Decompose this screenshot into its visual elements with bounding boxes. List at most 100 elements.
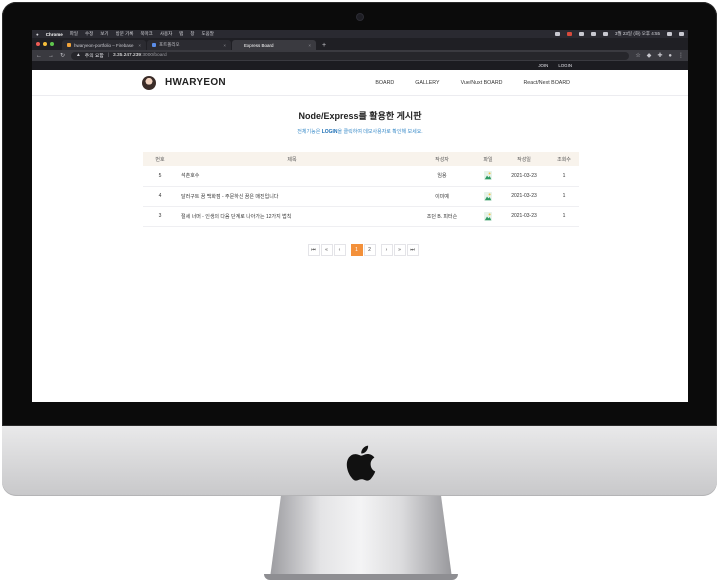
subtitle-login-link[interactable]: LOGIN: [322, 129, 338, 135]
browser-tab[interactable]: 포트폴리오 ×: [147, 40, 231, 50]
cell-file: [477, 166, 499, 187]
minimize-window-icon[interactable]: [43, 42, 47, 46]
close-tab-icon[interactable]: ×: [223, 43, 226, 48]
menu-help[interactable]: 도움말: [202, 31, 214, 37]
browser-tab[interactable]: hwaryeon-portfolio – Firebase ×: [62, 40, 146, 50]
address-bar[interactable]: ▲ 주의 요함 | 3.35.247.239:3000/board: [71, 51, 630, 60]
nav-gallery[interactable]: GALLERY: [415, 80, 439, 86]
menu-bookmarks[interactable]: 북마크: [140, 31, 152, 37]
window-controls: [36, 38, 54, 50]
puzzle-icon[interactable]: ✚: [657, 52, 662, 59]
close-tab-icon[interactable]: ×: [138, 43, 141, 48]
cell-views: 1: [549, 206, 579, 227]
browser-tab-active[interactable]: Express Board ×: [232, 40, 316, 50]
status-icon[interactable]: [555, 32, 561, 36]
menubar-app-name[interactable]: Chrome: [46, 32, 63, 37]
bookmark-star-icon[interactable]: ☆: [635, 52, 640, 59]
table-row[interactable]: 3 절세 너머 - 인생의 다음 단계로 나아가는 12가지 법칙 조던 B. …: [143, 206, 579, 227]
page-button-current[interactable]: 1: [350, 243, 363, 256]
monitor-stand: [270, 496, 452, 578]
login-link[interactable]: LOGIN: [558, 63, 572, 68]
table-header-row: 번호 제목 작성자 파일 작성일 조회수: [143, 152, 579, 166]
zoom-window-icon[interactable]: [50, 42, 54, 46]
image-file-icon[interactable]: [484, 211, 492, 221]
subtitle-text: 전체기능은: [297, 129, 322, 135]
new-tab-button[interactable]: +: [317, 40, 331, 50]
header-num: 번호: [143, 152, 177, 166]
status-icon[interactable]: [567, 32, 573, 36]
site-logo[interactable]: HWARYEON: [165, 77, 226, 88]
post-title-link[interactable]: 달러구트 꿈 백화점 - 주문하신 꿈은 매진입니다: [177, 186, 407, 207]
macos-menubar: ● Chrome 파일 수정 보기 방문 기록 북마크 사용자 탭 창 도움말 …: [32, 30, 688, 38]
cell-date: 2021-03-23: [499, 206, 549, 227]
reload-icon[interactable]: ↻: [60, 52, 65, 59]
screen: ● Chrome 파일 수정 보기 방문 기록 북마크 사용자 탭 창 도움말 …: [32, 30, 688, 402]
menu-people[interactable]: 사용자: [160, 31, 172, 37]
camera-icon: [357, 14, 363, 20]
control-center-icon[interactable]: [679, 32, 684, 36]
security-status: 주의 요함: [84, 54, 104, 59]
next-group-button[interactable]: »: [393, 243, 406, 256]
volume-icon[interactable]: [591, 32, 597, 36]
menu-history[interactable]: 방문 기록: [116, 31, 134, 37]
site-header: HWARYEON BOARD GALLERY Vue/Nuxt BOARD Re…: [32, 70, 688, 96]
main-nav: BOARD GALLERY Vue/Nuxt BOARD React/Next …: [375, 80, 570, 86]
table-row[interactable]: 4 달러구트 꿈 백화점 - 주문하신 꿈은 매진입니다 이미예 2021-03…: [143, 186, 579, 207]
extension-icon[interactable]: ◆: [647, 52, 652, 59]
image-file-icon[interactable]: [484, 191, 492, 201]
menu-window[interactable]: 창: [190, 31, 194, 37]
apple-logo-icon: [346, 445, 376, 481]
post-title-link[interactable]: 석촌호수: [177, 166, 407, 187]
nav-react-next-board[interactable]: React/Next BOARD: [523, 80, 570, 86]
header-date: 작성일: [499, 152, 549, 166]
next-page-button[interactable]: ›: [380, 243, 393, 256]
last-page-button[interactable]: ⏭: [406, 243, 419, 256]
tab-label: hwaryeon-portfolio – Firebase: [74, 42, 134, 48]
join-link[interactable]: JOIN: [538, 63, 548, 68]
close-window-icon[interactable]: [36, 42, 40, 46]
board-table: 번호 제목 작성자 파일 작성일 조회수 5 석촌호수 임용 2021-03-2…: [143, 152, 579, 227]
cell-num: 5: [143, 166, 177, 187]
forward-icon[interactable]: →: [48, 53, 54, 59]
cell-num: 4: [143, 186, 177, 207]
cell-views: 1: [549, 166, 579, 187]
imac-mockup: ● Chrome 파일 수정 보기 방문 기록 북마크 사용자 탭 창 도움말 …: [2, 2, 717, 582]
prev-page-button[interactable]: ‹: [333, 243, 346, 256]
image-file-icon[interactable]: [484, 171, 492, 181]
menu-file[interactable]: 파일: [70, 31, 78, 37]
close-tab-icon[interactable]: ×: [308, 43, 311, 48]
url-separator: |: [107, 53, 110, 58]
back-icon[interactable]: ←: [36, 53, 42, 59]
cell-date: 2021-03-23: [499, 186, 549, 207]
page-title: Node/Express를 활용한 게시판: [298, 111, 422, 121]
page-button[interactable]: 2: [363, 243, 376, 256]
cell-file: [477, 206, 499, 227]
profile-icon[interactable]: ●: [668, 53, 672, 59]
menu-view[interactable]: 보기: [100, 31, 108, 37]
pagination: ⏮ « ‹ 1 2 › » ⏭: [38, 243, 688, 256]
prev-group-button[interactable]: «: [320, 243, 333, 256]
search-icon[interactable]: [667, 32, 672, 36]
wifi-icon[interactable]: [579, 32, 585, 36]
more-menu-icon[interactable]: ⋮: [678, 52, 684, 59]
stand-base: [264, 574, 458, 580]
cell-author: 이미예: [407, 186, 477, 207]
nav-board[interactable]: BOARD: [375, 80, 394, 86]
menu-edit[interactable]: 수정: [85, 31, 93, 37]
cell-num: 3: [143, 206, 177, 227]
battery-icon[interactable]: [603, 32, 609, 36]
header-author: 작성자: [407, 152, 477, 166]
menu-tab[interactable]: 탭: [179, 31, 183, 37]
cell-author: 임용: [407, 166, 477, 187]
menubar-clock[interactable]: 3월 23일 (화) 오후 4:55: [615, 31, 660, 37]
table-row[interactable]: 5 석촌호수 임용 2021-03-23 1: [143, 166, 579, 187]
cell-author: 조던 B. 피터슨: [407, 206, 477, 227]
url-host: 3.35.247.239: [113, 53, 142, 58]
nav-vue-nuxt-board[interactable]: Vue/Nuxt BOARD: [461, 80, 503, 86]
post-title-link[interactable]: 절세 너머 - 인생의 다음 단계로 나아가는 12가지 법칙: [177, 206, 407, 227]
apple-menu-icon[interactable]: ●: [36, 32, 39, 37]
url-path: :3000/board: [141, 53, 167, 58]
first-page-button[interactable]: ⏮: [307, 243, 320, 256]
avatar[interactable]: [142, 75, 156, 90]
site-favicon-icon: [152, 43, 156, 47]
